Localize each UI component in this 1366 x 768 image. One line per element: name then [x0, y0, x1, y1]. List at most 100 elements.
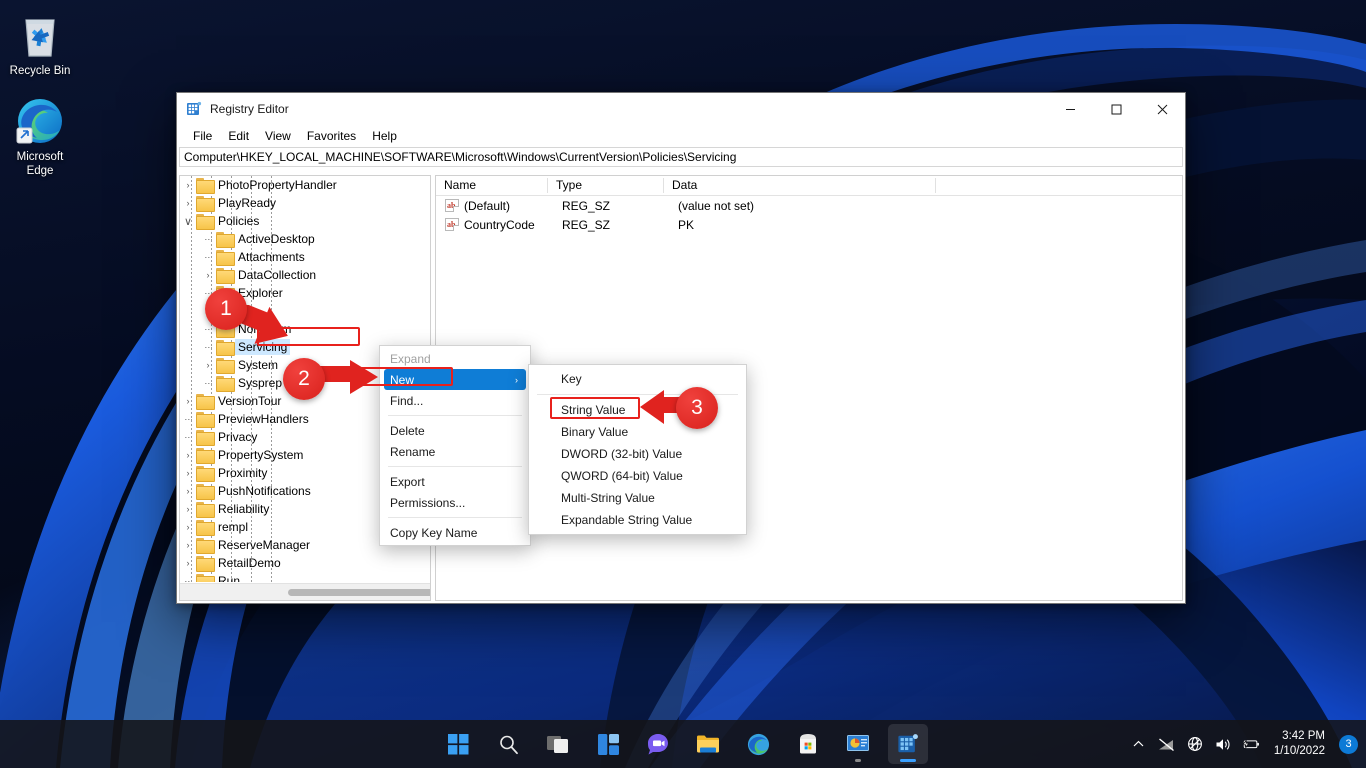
submenu-item[interactable]: Expandable String Value	[529, 509, 746, 531]
taskbar[interactable]: 3:42 PM 1/10/2022 3	[0, 720, 1366, 768]
chevron-right-icon[interactable]: ›	[180, 176, 196, 194]
tree-node-label: Privacy	[218, 430, 258, 444]
search-button[interactable]	[488, 724, 528, 764]
folder-icon	[196, 484, 215, 500]
tree-node[interactable]: Run	[180, 572, 430, 582]
tree-node-label: PropertySystem	[218, 448, 304, 462]
tree-node[interactable]: › RetailDemo	[180, 554, 430, 572]
running-indicator	[855, 759, 861, 762]
context-menu-item[interactable]: Delete	[380, 420, 530, 441]
close-button[interactable]	[1139, 93, 1185, 125]
chevron-right-icon[interactable]: ›	[180, 554, 196, 572]
menu-item-help[interactable]: Help	[364, 127, 405, 145]
chevron-down-icon[interactable]: ∨	[180, 212, 196, 230]
tree-node[interactable]: ∨ Policies	[180, 212, 430, 230]
folder-icon	[196, 196, 215, 212]
folder-icon	[196, 466, 215, 482]
value-row[interactable]: ab (Default) REG_SZ (value not set)	[436, 196, 1182, 215]
start-button[interactable]	[438, 724, 478, 764]
registry-context-menu[interactable]: Expand New › Find... Delete Rename Export Permi…	[379, 345, 531, 546]
network-off-icon[interactable]	[1158, 735, 1176, 753]
folder-icon	[196, 502, 215, 518]
menu-item-view[interactable]: View	[257, 127, 299, 145]
tree-node[interactable]: › PhotoPropertyHandler	[180, 176, 430, 194]
context-menu-item[interactable]: Copy Key Name	[380, 522, 530, 543]
tree-node[interactable]: ActiveDesktop	[180, 230, 430, 248]
speaker-icon[interactable]	[1214, 735, 1232, 753]
submenu-item[interactable]: Key	[529, 368, 746, 390]
folder-icon	[216, 268, 235, 284]
submenu-item[interactable]: Binary Value	[529, 421, 746, 443]
context-menu-item[interactable]: New ›	[384, 369, 526, 390]
column-header-type[interactable]: Type	[548, 176, 664, 195]
tree-node-label: ActiveDesktop	[238, 232, 315, 246]
tree-node[interactable]: › DataCollection	[180, 266, 430, 284]
annotation-arrow-2	[318, 360, 378, 394]
context-menu-item[interactable]: Export	[380, 471, 530, 492]
value-name-cell: (Default)	[464, 198, 511, 213]
desktop-icon-microsoft-edge[interactable]: Microsoft Edge	[2, 96, 78, 178]
new-value-submenu[interactable]: Key String Value Binary Value DWORD (32-bit…	[528, 364, 747, 535]
context-menu-item[interactable]: Permissions...	[380, 492, 530, 513]
maximize-button[interactable]	[1093, 93, 1139, 125]
submenu-item[interactable]: DWORD (32-bit) Value	[529, 443, 746, 465]
clock-date: 1/10/2022	[1273, 745, 1325, 757]
folder-icon	[216, 358, 235, 374]
chevron-right-icon[interactable]: ›	[180, 464, 196, 482]
chevron-right-icon[interactable]: ›	[200, 356, 216, 374]
context-menu-item[interactable]: Find...	[380, 390, 530, 411]
values-column-headers[interactable]: Name Type Data	[436, 176, 1182, 196]
battery-charging-icon[interactable]	[1242, 735, 1260, 753]
minimize-button[interactable]	[1047, 93, 1093, 125]
annotation-badge-3: 3	[676, 387, 718, 429]
menu-bar[interactable]: File Edit View Favorites Help	[177, 125, 1185, 147]
window-controls[interactable]	[1047, 93, 1185, 125]
taskbar-app-row	[438, 724, 928, 764]
chevron-right-icon[interactable]: ›	[180, 536, 196, 554]
context-menu-item-label: Delete	[390, 423, 425, 438]
column-header-name[interactable]: Name	[436, 176, 548, 195]
registry-editor-button[interactable]	[888, 724, 928, 764]
menu-item-file[interactable]: File	[185, 127, 220, 145]
chevron-right-icon[interactable]: ›	[180, 392, 196, 410]
chevron-right-icon[interactable]: ›	[200, 266, 216, 284]
context-menu-item[interactable]: Rename	[380, 441, 530, 462]
notification-badge[interactable]: 3	[1339, 734, 1358, 754]
chevron-right-icon[interactable]: ›	[180, 482, 196, 500]
desktop-icon-label: Recycle Bin	[9, 65, 71, 77]
tree-node-label: PlayReady	[218, 196, 277, 210]
folder-icon	[216, 340, 235, 356]
menu-item-favorites[interactable]: Favorites	[299, 127, 364, 145]
powerpoint-button[interactable]	[838, 724, 878, 764]
system-tray[interactable]: 3:42 PM 1/10/2022 3	[1130, 729, 1358, 759]
tree-horizontal-scrollbar[interactable]	[180, 583, 430, 600]
chevron-up-icon[interactable]	[1130, 735, 1148, 753]
microsoft-store-button[interactable]	[788, 724, 828, 764]
chevron-right-icon[interactable]: ›	[180, 194, 196, 212]
column-header-data[interactable]: Data	[664, 176, 936, 195]
desktop-icon-recycle-bin[interactable]: Recycle Bin	[2, 10, 78, 78]
menu-item-edit[interactable]: Edit	[220, 127, 257, 145]
submenu-item[interactable]: QWORD (64-bit) Value	[529, 465, 746, 487]
submenu-item[interactable]: Multi-String Value	[529, 487, 746, 509]
tree-scrollbar-thumb[interactable]	[288, 589, 430, 596]
value-row[interactable]: ab CountryCode REG_SZ PK	[436, 215, 1182, 234]
file-explorer-button[interactable]	[688, 724, 728, 764]
task-view-button[interactable]	[538, 724, 578, 764]
chevron-right-icon[interactable]: ›	[180, 518, 196, 536]
context-menu-separator	[388, 517, 522, 518]
search-icon	[499, 735, 518, 754]
microsoft-edge-button[interactable]	[738, 724, 778, 764]
tree-node[interactable]: Attachments	[180, 248, 430, 266]
window-titlebar[interactable]: Registry Editor	[177, 93, 1185, 125]
taskbar-clock[interactable]: 3:42 PM 1/10/2022	[1274, 729, 1325, 759]
chevron-right-icon[interactable]: ›	[180, 446, 196, 464]
tree-node[interactable]: › PlayReady	[180, 194, 430, 212]
registry-path-bar[interactable]: Computer\HKEY_LOCAL_MACHINE\SOFTWARE\Mic…	[179, 147, 1183, 167]
chevron-right-icon: ›	[515, 374, 518, 385]
folder-icon	[196, 520, 215, 536]
chevron-right-icon[interactable]: ›	[180, 500, 196, 518]
widgets-button[interactable]	[588, 724, 628, 764]
chat-button[interactable]	[638, 724, 678, 764]
globe-icon[interactable]	[1186, 735, 1204, 753]
